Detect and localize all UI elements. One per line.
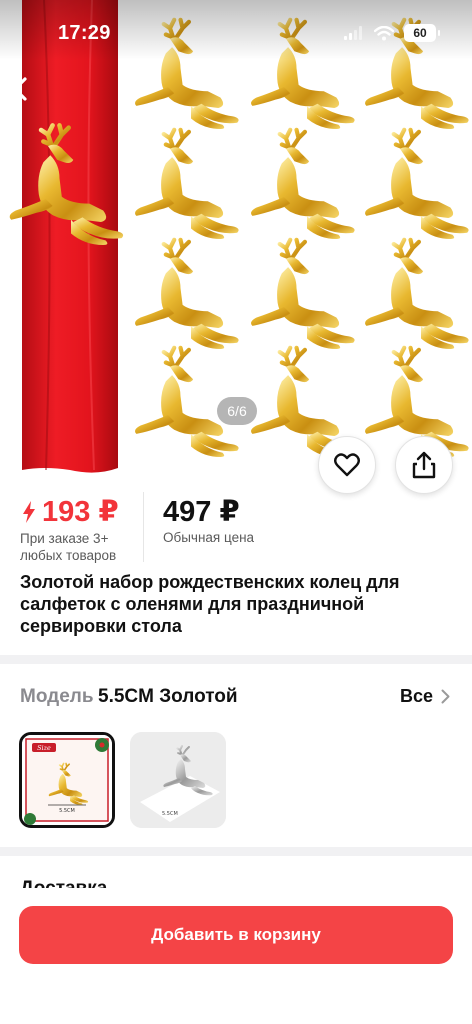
section-divider xyxy=(0,847,472,856)
variant-thumbnail-silver[interactable]: 5.5CM xyxy=(130,732,226,828)
product-title: Золотой набор рождественских колец для с… xyxy=(20,572,400,636)
svg-text:Size: Size xyxy=(37,744,51,752)
status-icons: 60 xyxy=(344,24,440,42)
status-bar: 17:29 60 xyxy=(0,0,472,70)
all-variants-label: Все xyxy=(399,686,433,706)
chevron-right-icon xyxy=(441,689,450,704)
deer-ring xyxy=(135,240,239,349)
deer-ring xyxy=(135,130,239,239)
sale-price: 193 ₽ xyxy=(22,494,119,529)
variant-image-silver: 5.5CM xyxy=(130,732,226,828)
model-label: Модель xyxy=(20,686,94,707)
model-value: 5.5CM Золотой xyxy=(98,686,238,707)
battery-icon: 60 xyxy=(404,24,440,42)
battery-level: 60 xyxy=(413,26,427,40)
price-divider xyxy=(143,492,144,562)
sale-condition-line1: При заказе 3+ xyxy=(20,531,109,546)
deer-ring xyxy=(365,240,469,349)
sale-price-value: 193 ₽ xyxy=(42,496,119,528)
sale-condition: При заказе 3+ любых товаров xyxy=(20,530,140,564)
share-button[interactable] xyxy=(395,436,453,494)
deer-ring xyxy=(365,130,469,239)
sale-condition-line2: любых товаров xyxy=(20,548,117,563)
deer-ring xyxy=(251,240,355,349)
image-counter: 6/6 xyxy=(217,397,257,425)
all-variants-link[interactable]: Все xyxy=(400,686,450,707)
chevron-left-icon xyxy=(13,77,27,101)
favorite-button[interactable] xyxy=(318,436,376,494)
signal-icon xyxy=(344,26,362,40)
deer-ring xyxy=(251,130,355,239)
wifi-icon xyxy=(374,25,394,40)
variant-image-gold: Size 5.5CM xyxy=(22,735,112,825)
lightning-icon xyxy=(23,500,35,523)
heart-icon xyxy=(334,453,360,477)
status-time: 17:29 xyxy=(58,22,111,44)
variant-caption-silver: 5.5CM xyxy=(162,811,178,817)
back-button[interactable] xyxy=(6,72,34,106)
variant-caption-gold: 5.5CM xyxy=(59,808,75,814)
regular-price: 497 ₽ xyxy=(163,496,240,528)
share-icon xyxy=(412,451,436,479)
model-selector-header: Модель 5.5CM Золотой Все xyxy=(20,686,452,712)
add-to-cart-button[interactable]: Добавить в корзину xyxy=(19,906,453,964)
section-divider xyxy=(0,655,472,664)
variant-thumbnail-gold[interactable]: Size 5.5CM xyxy=(19,732,115,828)
price-block: 193 ₽ При заказе 3+ любых товаров 497 ₽ … xyxy=(0,490,472,565)
product-image-gallery[interactable]: 6/6 xyxy=(0,0,472,478)
regular-price-label: Обычная цена xyxy=(163,530,255,545)
